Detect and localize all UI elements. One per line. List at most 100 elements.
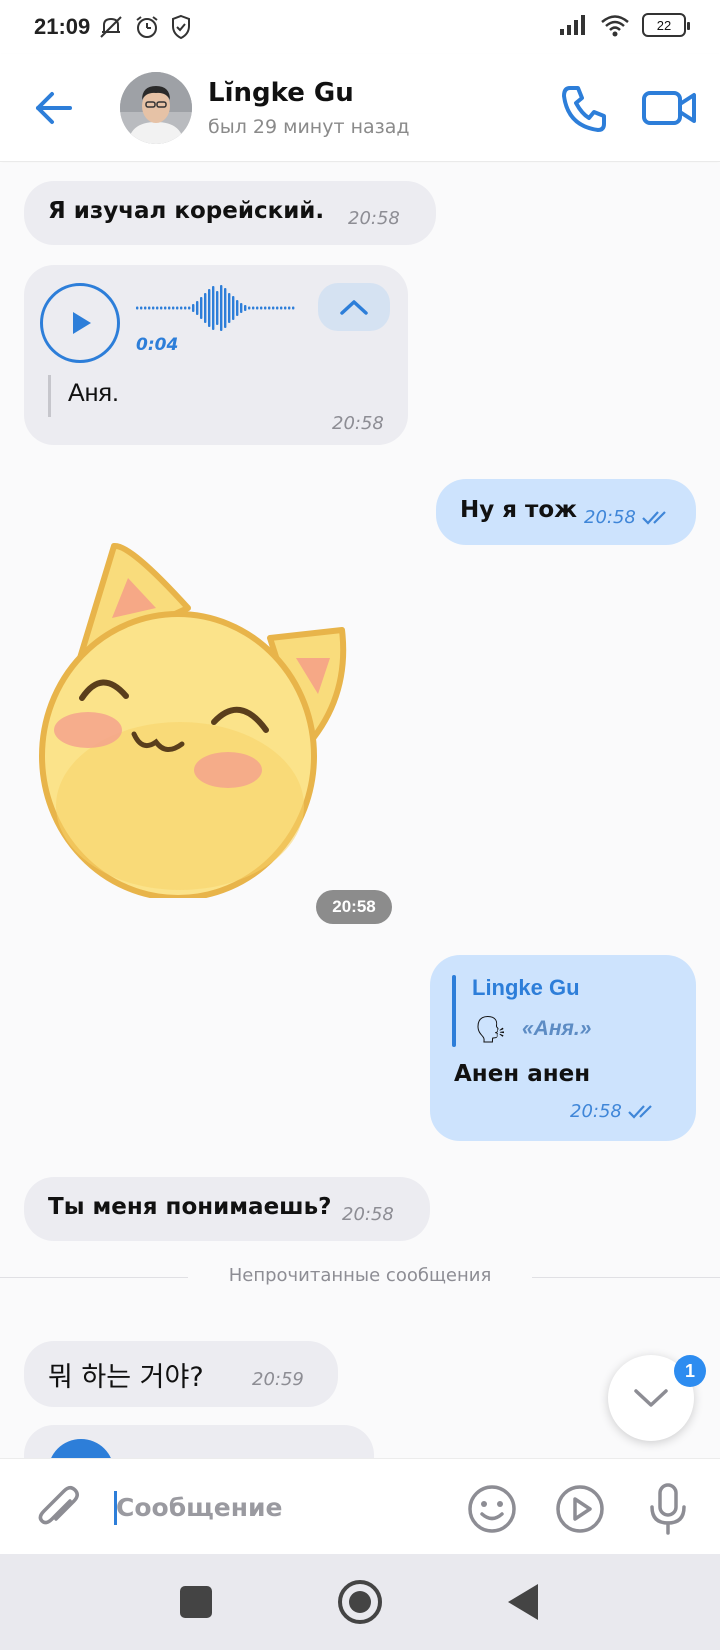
message-time: 20:58 <box>584 507 636 528</box>
signal-icon <box>560 15 585 35</box>
message-text: Я изучал корейский. <box>48 198 325 224</box>
message-time: 20:59 <box>252 1369 304 1390</box>
message-time: 20:58 <box>570 1101 622 1122</box>
message-input[interactable] <box>116 1485 416 1529</box>
incoming-message[interactable]: Я изучал корейский. 20:58 <box>24 181 436 245</box>
waveform-bar <box>284 306 287 310</box>
status-right-icons: 22 <box>558 13 690 37</box>
waveform-bar <box>208 289 211 327</box>
waveform-bar <box>168 306 171 310</box>
chevron-down-icon <box>634 1389 668 1407</box>
wifi-icon <box>601 15 629 37</box>
waveform-bar <box>292 306 295 310</box>
incoming-message[interactable]: 뭐 하는 거야? 20:59 <box>24 1341 338 1407</box>
unread-label: Непрочитанные сообщения <box>228 1265 492 1286</box>
waveform-bar <box>228 293 231 323</box>
emoji-button[interactable] <box>466 1483 518 1535</box>
chat-header: Lĭngke Gu был 29 минут назад <box>0 54 720 162</box>
home-button[interactable] <box>338 1580 382 1624</box>
double-check-icon <box>628 1105 652 1119</box>
voice-play-button-partial[interactable] <box>48 1439 114 1458</box>
attach-button[interactable] <box>34 1483 82 1535</box>
message-text: Анен анен <box>454 1061 591 1087</box>
back-button[interactable] <box>30 84 78 132</box>
chevron-up-icon <box>340 300 368 315</box>
chat-messages-area[interactable]: Я изучал корейский. 20:58 0:04 Аня. 20:5… <box>0 163 720 1458</box>
voice-transcript: Аня. <box>68 379 119 407</box>
outgoing-reply-message[interactable]: Lingke Gu 🗣 «Аня.» Анен анен 20:58 <box>430 955 696 1141</box>
waveform-bar <box>184 306 187 310</box>
waveform-bar <box>252 306 255 310</box>
transcript-divider <box>48 375 51 417</box>
waveform-bar <box>152 306 155 310</box>
cat-emoji-sticker[interactable] <box>30 538 390 898</box>
recents-button[interactable] <box>180 1586 212 1618</box>
waveform-bar <box>280 306 283 310</box>
reply-quote[interactable]: «Аня.» <box>522 1017 591 1041</box>
double-check-icon <box>642 511 666 525</box>
voice-waveform[interactable] <box>136 283 296 333</box>
speaking-head-icon: 🗣 <box>474 1015 508 1045</box>
voice-call-button[interactable] <box>556 80 612 136</box>
waveform-bar <box>244 305 247 311</box>
waveform-bar <box>172 306 175 310</box>
waveform-bar <box>288 306 291 310</box>
message-composer <box>0 1458 720 1554</box>
battery-indicator: 22 <box>642 13 690 37</box>
voice-play-button[interactable] <box>40 283 120 363</box>
incoming-message[interactable]: Ты меня понимаешь? 20:58 <box>24 1177 430 1241</box>
contact-avatar[interactable] <box>120 72 192 144</box>
waveform-bar <box>248 306 251 310</box>
waveform-bar <box>216 291 219 325</box>
avatar-photo <box>120 72 192 144</box>
message-text: Ты меня понимаешь? <box>48 1194 332 1220</box>
waveform-bar <box>260 306 263 310</box>
waveform-bar <box>156 306 159 310</box>
waveform-bar <box>140 306 143 310</box>
waveform-bar <box>176 306 179 310</box>
video-message-button[interactable] <box>554 1483 606 1535</box>
waveform-bar <box>220 285 223 331</box>
unread-messages-divider: Непрочитанные сообщения <box>0 1263 720 1293</box>
waveform-bar <box>192 304 195 312</box>
contact-name[interactable]: Lĭngke Gu <box>208 78 354 108</box>
waveform-bar <box>148 306 151 310</box>
play-icon <box>73 312 91 334</box>
system-navigation-bar <box>0 1554 720 1650</box>
waveform-bar <box>164 306 167 310</box>
waveform-bar <box>236 300 239 316</box>
waveform-bar <box>204 293 207 323</box>
outgoing-message[interactable]: Ну я тож 20:58 <box>436 479 696 545</box>
video-camera-icon <box>642 91 696 125</box>
home-dot <box>349 1591 371 1613</box>
message-time: 20:58 <box>332 413 384 434</box>
waveform-bar <box>136 306 139 310</box>
microphone-icon <box>650 1483 686 1535</box>
paperclip-icon <box>38 1486 79 1525</box>
waveform-bar <box>212 286 215 330</box>
system-back-button[interactable] <box>508 1584 538 1620</box>
transcript-toggle-button[interactable] <box>318 283 390 331</box>
voice-record-button[interactable] <box>644 1481 692 1537</box>
waveform-bar <box>160 306 163 310</box>
incoming-voice-message[interactable]: 0:04 Аня. 20:58 <box>24 265 408 445</box>
status-left-icons <box>98 14 192 40</box>
incoming-message-partial[interactable] <box>24 1425 374 1458</box>
message-time: 20:58 <box>342 1204 394 1225</box>
status-bar: 21:09 22 <box>0 0 720 54</box>
smiley-icon <box>468 1485 516 1533</box>
phone-icon <box>562 86 606 132</box>
waveform-bar <box>188 306 191 310</box>
waveform-bar <box>240 303 243 313</box>
shield-check-icon <box>172 14 191 40</box>
waveform-bar <box>144 306 147 310</box>
unread-count-badge: 1 <box>674 1355 706 1387</box>
waveform-bar <box>276 306 279 310</box>
video-call-button[interactable] <box>640 80 700 136</box>
reply-author[interactable]: Lingke Gu <box>472 975 580 1001</box>
message-time: 20:58 <box>348 208 400 229</box>
back-arrow-icon <box>36 92 72 124</box>
message-text: Ну я тож <box>460 497 578 523</box>
waveform-bar <box>272 306 275 310</box>
reply-accent-bar <box>452 975 456 1047</box>
